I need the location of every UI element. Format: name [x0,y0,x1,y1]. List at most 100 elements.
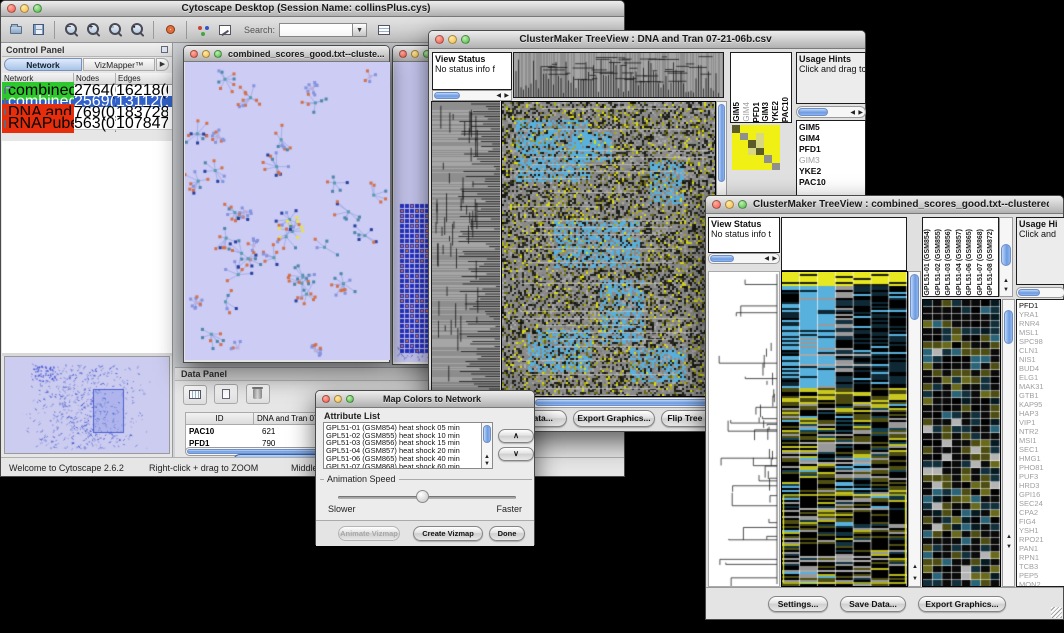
zoom-window-icon[interactable] [346,395,354,403]
gene-label[interactable]: PUF3 [1019,472,1064,481]
gene-label[interactable]: MON2 [1019,580,1064,587]
gene-label[interactable]: NTR2 [1019,427,1064,436]
float-panel-icon[interactable] [161,46,168,53]
gene-label[interactable]: RPN1 [1019,553,1064,562]
column-label[interactable]: GIM3 [761,102,771,122]
annotation-icon[interactable] [214,20,236,40]
gene-label[interactable]: SEC1 [1019,445,1064,454]
close-icon[interactable] [712,200,721,209]
save-session-icon[interactable] [27,20,49,40]
gene-label[interactable]: YSH1 [1019,526,1064,535]
tab-vizmapper[interactable]: VizMapper™ [83,58,155,71]
gene-label[interactable]: PFD1 [799,144,863,155]
close-icon[interactable] [322,395,330,403]
gene-label[interactable]: YRA1 [1019,310,1064,319]
create-vizmap-button[interactable]: Create Vizmap [413,526,483,541]
gene-label[interactable]: TCB3 [1019,562,1064,571]
tv1-heatmap[interactable] [501,101,716,397]
resize-grip[interactable] [1051,607,1062,618]
similarity-matrix[interactable] [732,125,780,170]
minimize-icon[interactable] [448,35,457,44]
tv2-viewstatus-scrollbar[interactable]: ◀▶ [708,253,780,264]
gene-label[interactable]: CLN1 [1019,346,1064,355]
zoom-window-icon[interactable] [461,35,470,44]
close-icon[interactable] [399,50,407,58]
gene-label[interactable]: SEC24 [1019,499,1064,508]
gene-label[interactable]: PHO81 [1019,463,1064,472]
gene-label[interactable]: ELG1 [1019,373,1064,382]
tab-overflow-icon[interactable]: ▶ [156,58,169,71]
gene-label[interactable]: BUD4 [1019,364,1064,373]
column-label[interactable]: GIM4 [742,102,752,122]
gene-label[interactable]: GPI16 [1019,490,1064,499]
treeview1-titlebar[interactable]: ClusterMaker TreeView : DNA and Tran 07-… [429,31,865,49]
minimize-icon[interactable] [725,200,734,209]
gene-label[interactable]: PEP5 [1019,571,1064,580]
minimize-icon[interactable] [202,50,210,58]
column-label[interactable]: GIM5 [732,102,742,122]
gene-label[interactable]: VIP1 [1019,418,1064,427]
minimize-icon[interactable] [334,395,342,403]
attribute-item[interactable]: GPL51-07 (GSM868) heat shock 60 min [326,463,492,469]
gene-label[interactable]: NIS1 [1019,355,1064,364]
gene-label[interactable]: PAN1 [1019,544,1064,553]
gene-label[interactable]: RNR4 [1019,319,1064,328]
open-file-icon[interactable] [5,20,27,40]
gene-label[interactable]: MSL1 [1019,328,1064,337]
main-titlebar[interactable]: Cytoscape Desktop (Session Name: collins… [1,1,624,17]
gene-label[interactable]: CPA2 [1019,508,1064,517]
tv2-export-graphics-button[interactable]: Export Graphics... [918,596,1006,612]
zoom-fit-icon[interactable]: ▫ [104,20,126,40]
gene-label[interactable]: GTB1 [1019,391,1064,400]
close-icon[interactable] [435,35,444,44]
network-view-canvas-1[interactable] [185,62,390,360]
column-label[interactable]: GPL51-01 (GSM854) [924,229,935,296]
zoom-selected-icon[interactable]: ▪ [126,20,148,40]
dialog-titlebar[interactable]: Map Colors to Network [316,391,534,408]
move-down-button[interactable]: ∨ [498,447,534,461]
tv2-settings-button[interactable]: Settings... [768,596,828,612]
column-label[interactable]: GPL51-06 (GSM865) [966,229,977,296]
zoom-in-icon[interactable]: + [82,20,104,40]
gene-label[interactable]: KAP95 [1019,400,1064,409]
column-label[interactable]: GPL51-03 (GSM856) [945,229,956,296]
tv1-row-dendrogram[interactable] [431,101,500,397]
delete-attribute-icon[interactable] [246,384,270,404]
zoom-window-icon[interactable] [738,200,747,209]
gene-label[interactable]: HMG1 [1019,454,1064,463]
tv2-vscrollbar[interactable]: ▲▼ [908,271,921,587]
tv2-zoom-heatmap[interactable] [922,299,1001,587]
gene-label[interactable]: GIM5 [799,122,863,133]
tv2-save-data-button[interactable]: Save Data... [840,596,906,612]
close-icon[interactable] [190,50,198,58]
network-table-row[interactable]: RNAPuberNov2+ 563(0) 107847(0) [2,118,172,129]
minimize-icon[interactable] [411,50,419,58]
column-label[interactable]: PFD1 [752,102,762,122]
tv1-usage-scrollbar[interactable]: ◀▶ [796,106,866,118]
tab-network[interactable]: Network [4,58,82,71]
tv1-viewstatus-scrollbar[interactable]: ◀▶ [432,90,512,101]
minimize-icon[interactable] [20,4,29,13]
animation-slider-thumb[interactable] [416,490,429,503]
attr-col-id[interactable]: ID [186,413,254,424]
column-label[interactable]: PAC10 [781,97,791,122]
attribute-list-scrollbar[interactable]: ▲▼ [481,423,492,468]
column-label[interactable]: YKE2 [771,101,781,122]
gene-label[interactable]: HAP3 [1019,409,1064,418]
tv2-usage-scrollbar[interactable] [1016,287,1064,298]
column-label[interactable]: GPL51-07 (GSM868) [977,229,988,296]
animate-vizmap-button[interactable]: Animate Vizmap [338,526,400,541]
column-label[interactable]: GPL51-02 (GSM855) [935,229,946,296]
new-network-icon[interactable] [192,20,214,40]
column-label[interactable]: GPL51-08 (GSM872) [987,229,998,296]
export-table-icon[interactable] [373,20,395,40]
tv2-label-scrollbar[interactable]: ▲▼ [999,217,1013,297]
zoom-window-icon[interactable] [214,50,222,58]
gene-label[interactable]: GIM3 [799,155,863,166]
tv2-row-dendrogram[interactable] [708,271,780,587]
search-input[interactable] [279,23,353,37]
tv1-export-graphics-button[interactable]: Export Graphics... [573,410,655,427]
gene-label[interactable]: MAK31 [1019,382,1064,391]
gene-label[interactable]: RPO21 [1019,535,1064,544]
treeview2-titlebar[interactable]: ClusterMaker TreeView : combined_scores_… [706,196,1063,214]
